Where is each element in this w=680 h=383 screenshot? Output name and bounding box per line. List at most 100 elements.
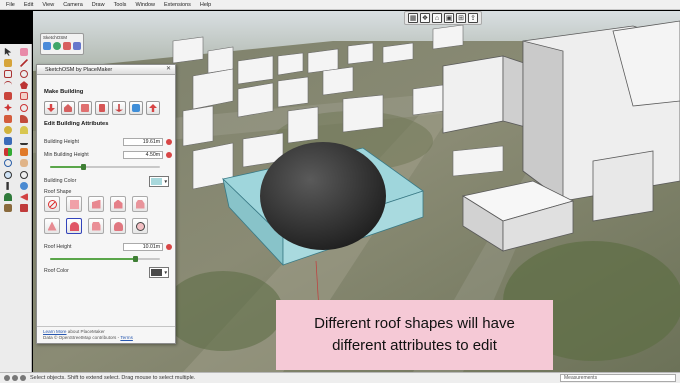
- components-icon[interactable]: ❖: [420, 13, 430, 23]
- orbit-icon[interactable]: [0, 158, 16, 169]
- building-height-field[interactable]: 19.61m: [123, 138, 164, 146]
- panel-title-bar[interactable]: SketchOSM by PlaceMaker ✕: [37, 65, 175, 75]
- make-house-button[interactable]: [61, 101, 75, 115]
- caption-line-2: different attributes to edit: [332, 337, 497, 354]
- text-icon[interactable]: [0, 136, 16, 147]
- osm-settings-icon[interactable]: [73, 42, 81, 50]
- make-block-button[interactable]: [78, 101, 92, 115]
- menu-help[interactable]: Help: [200, 0, 211, 10]
- zoom-icon[interactable]: [0, 169, 16, 180]
- zoom-extents-icon[interactable]: [16, 169, 32, 180]
- stamp-icon[interactable]: [16, 203, 32, 214]
- slider-knob[interactable]: [80, 164, 86, 170]
- follow-me-icon[interactable]: [16, 113, 32, 124]
- extension-icon[interactable]: ⊞: [456, 13, 466, 23]
- osm-building-icon[interactable]: [63, 42, 71, 50]
- slider-knob[interactable]: [133, 256, 139, 262]
- roof-height-field[interactable]: 10.01m: [123, 243, 164, 251]
- menu-camera[interactable]: Camera: [63, 0, 83, 10]
- look-around-icon[interactable]: [16, 180, 32, 191]
- scale-icon[interactable]: [0, 113, 16, 124]
- protractor-icon[interactable]: [16, 124, 32, 135]
- panel-footer: Learn More about PlaceMaker Data © OpenS…: [37, 326, 175, 343]
- status-bar: Select objects. Shift to extend select. …: [0, 372, 680, 383]
- warehouse-icon[interactable]: ▣: [444, 13, 454, 23]
- status-text: Select objects. Shift to extend select. …: [30, 375, 196, 381]
- measurements-box[interactable]: Measurements: [560, 374, 676, 382]
- offset-icon[interactable]: [16, 91, 32, 102]
- close-icon[interactable]: ✕: [165, 66, 172, 73]
- axes-icon[interactable]: [0, 147, 16, 158]
- roof-height-slider[interactable]: [50, 256, 160, 262]
- circle-icon[interactable]: [16, 68, 32, 79]
- help-icon[interactable]: [20, 375, 26, 381]
- download-building-button[interactable]: [44, 101, 58, 115]
- line-icon[interactable]: [16, 57, 32, 68]
- menu-bar: File Edit View Camera Draw Tools Window …: [0, 0, 680, 10]
- home-icon[interactable]: ⌂: [432, 13, 442, 23]
- menu-extensions[interactable]: Extensions: [164, 0, 191, 10]
- layout-icon[interactable]: ▦: [408, 13, 418, 23]
- min-height-label: Min Building Height: [44, 152, 89, 158]
- move-icon[interactable]: [0, 102, 16, 113]
- roof-flat-button[interactable]: [66, 196, 82, 212]
- terms-link[interactable]: Terms: [120, 335, 133, 340]
- menu-tools[interactable]: Tools: [114, 0, 127, 10]
- user-icon[interactable]: [12, 375, 18, 381]
- roof-hipped-button[interactable]: [132, 196, 148, 212]
- paint-icon[interactable]: [0, 57, 16, 68]
- menu-draw[interactable]: Draw: [92, 0, 105, 10]
- position-camera-icon[interactable]: [0, 191, 16, 202]
- roof-skillion-button[interactable]: [88, 196, 104, 212]
- upload-icon[interactable]: ⇪: [468, 13, 478, 23]
- sketchosm-toolbar: SketchOSM: [40, 33, 84, 55]
- polygon-icon[interactable]: [16, 80, 32, 91]
- min-height-field[interactable]: 4.50m: [123, 151, 164, 159]
- roof-pyramidal-button[interactable]: [44, 218, 60, 234]
- roof-shape-label: Roof Shape: [44, 189, 72, 195]
- select-icon[interactable]: [0, 46, 16, 57]
- caption-line-1: Different roof shapes will have: [314, 315, 515, 332]
- clear-icon[interactable]: [166, 139, 172, 145]
- edit-attributes-heading: Edit Building Attributes: [44, 121, 109, 127]
- info-icon[interactable]: [4, 375, 10, 381]
- panel-title: SketchOSM by PlaceMaker: [45, 67, 113, 73]
- osm-open-icon[interactable]: [43, 42, 51, 50]
- sandbox-icon[interactable]: [0, 203, 16, 214]
- pan-icon[interactable]: [16, 158, 32, 169]
- osm-globe-icon[interactable]: [53, 42, 61, 50]
- menu-window[interactable]: Window: [135, 0, 155, 10]
- upload-building-button[interactable]: [146, 101, 160, 115]
- menu-view[interactable]: View: [42, 0, 54, 10]
- roof-mansard-button[interactable]: [88, 218, 104, 234]
- arc-icon[interactable]: [0, 80, 16, 91]
- roof-round-button[interactable]: [132, 218, 148, 234]
- eraser-icon[interactable]: [16, 46, 32, 57]
- learn-more-link[interactable]: Learn More: [43, 329, 67, 334]
- building-color-picker[interactable]: ▾: [149, 176, 169, 187]
- prev-view-icon[interactable]: [16, 191, 32, 202]
- roof-dome-button[interactable]: [66, 218, 82, 234]
- building-color-label: Building Color: [44, 178, 77, 184]
- roof-onion-button[interactable]: [110, 218, 126, 234]
- min-height-slider[interactable]: [50, 164, 160, 170]
- make-marker-button[interactable]: [112, 101, 126, 115]
- section-icon[interactable]: [16, 147, 32, 158]
- rect-icon[interactable]: [0, 68, 16, 79]
- make-tower-button[interactable]: [95, 101, 109, 115]
- roof-color-picker[interactable]: ▾: [149, 267, 169, 278]
- menu-file[interactable]: File: [6, 0, 15, 10]
- building-color-swatch: [151, 178, 162, 185]
- menu-edit[interactable]: Edit: [24, 0, 33, 10]
- clear-icon[interactable]: [166, 244, 172, 250]
- roof-gabled-button[interactable]: [110, 196, 126, 212]
- walk-icon[interactable]: [0, 180, 16, 191]
- rotate-icon[interactable]: [16, 102, 32, 113]
- edit-building-button[interactable]: [129, 101, 143, 115]
- push-pull-icon[interactable]: [0, 91, 16, 102]
- dimension-icon[interactable]: [16, 136, 32, 147]
- sketchup-window: File Edit View Camera Draw Tools Window …: [0, 0, 680, 383]
- tape-icon[interactable]: [0, 124, 16, 135]
- clear-icon[interactable]: [166, 152, 172, 158]
- roof-none-button[interactable]: [44, 196, 60, 212]
